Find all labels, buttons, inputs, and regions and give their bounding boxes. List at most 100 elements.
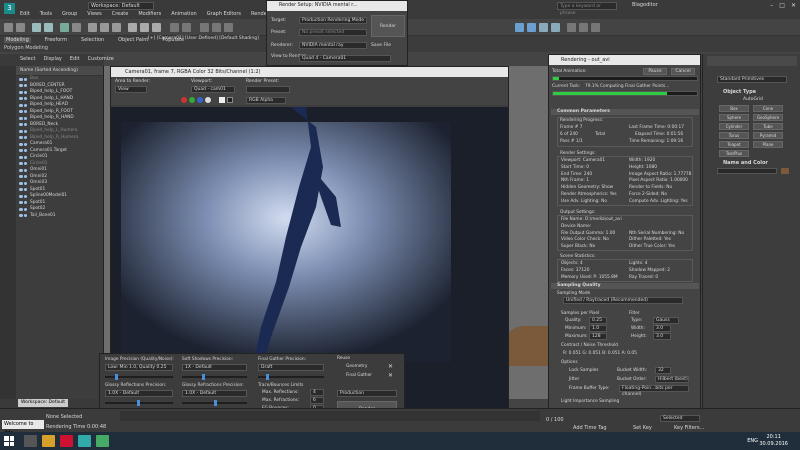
unlink-icon[interactable] [44, 23, 53, 32]
alpha-channel-icon[interactable] [205, 97, 211, 103]
textplus-button[interactable]: TextPlus [719, 150, 749, 157]
quality-spinner[interactable]: 0.25 [589, 317, 607, 324]
slider-handle[interactable] [214, 400, 217, 406]
frame-counter[interactable]: 0 / 100 [546, 417, 564, 423]
visibility-icon[interactable] [19, 214, 23, 217]
glossy-reflections-slider[interactable] [105, 400, 173, 406]
render-setup-icon[interactable] [527, 23, 536, 32]
language-indicator[interactable]: ENG [747, 438, 758, 444]
redo-icon[interactable] [16, 23, 25, 32]
layer-icon[interactable] [200, 23, 209, 32]
render-icon[interactable] [24, 214, 27, 217]
render-preset-select[interactable] [246, 86, 290, 93]
lock-samples-checkbox[interactable]: Lock Samples [569, 368, 599, 373]
visibility-icon[interactable] [19, 155, 23, 159]
visibility-icon[interactable] [19, 207, 23, 211]
geosphere-button[interactable]: GeoSphere [753, 114, 783, 121]
render-icon[interactable] [551, 23, 560, 32]
light-importance-label[interactable]: Light Importance Sampling [561, 399, 619, 404]
menu-graph-editors[interactable]: Graph Editors [207, 11, 241, 18]
render-icon[interactable] [24, 142, 27, 146]
render-icon[interactable] [24, 77, 27, 81]
target-select[interactable]: Production Rendering Mode [299, 17, 367, 24]
curve-editor-icon[interactable] [212, 23, 221, 32]
preset-select[interactable]: No preset selected [299, 29, 367, 36]
set-key-button[interactable]: Set Key [633, 425, 652, 431]
workspace-dropdown[interactable]: Workspace: Default [88, 2, 154, 10]
name-input[interactable] [717, 168, 777, 174]
contrast-values[interactable]: R: 0.051 G: 0.051 B: 0.051 A: 0.05 [563, 351, 637, 356]
close-icon[interactable]: ✕ [791, 2, 796, 9]
app-icon[interactable]: 3 [4, 3, 15, 14]
max-refractions-spinner[interactable]: 6 [310, 397, 324, 404]
render-icon[interactable] [24, 116, 27, 120]
torus-button[interactable]: Torus [719, 132, 749, 139]
link-icon[interactable] [32, 23, 41, 32]
windows-start-icon[interactable] [4, 436, 14, 446]
autogrid-checkbox[interactable]: AutoGrid [743, 97, 763, 102]
cylinder-button[interactable]: Cylinder [719, 123, 749, 130]
soft-shadows-slider[interactable] [182, 374, 247, 380]
select-region-icon[interactable] [72, 23, 81, 32]
glossy-refractions-slider[interactable] [182, 400, 247, 406]
bucket-order-select[interactable]: Hilbert (best) [655, 376, 689, 383]
final-gather-checkbox[interactable]: Final Gather [346, 373, 372, 378]
visibility-icon[interactable] [19, 162, 23, 165]
glossy-reflections-select[interactable]: 1.0X - Default [105, 390, 173, 397]
scene-menu-select[interactable]: Select [20, 56, 35, 64]
visibility-icon[interactable] [19, 90, 23, 94]
visibility-icon[interactable] [19, 116, 23, 120]
move-icon[interactable] [88, 23, 97, 32]
final-gather-select[interactable]: Draft [258, 364, 324, 371]
minimum-spinner[interactable]: 1.0 [589, 325, 607, 332]
mono-icon[interactable] [227, 97, 233, 103]
visibility-icon[interactable] [19, 181, 23, 185]
render-icon[interactable] [24, 201, 27, 204]
tube-button[interactable]: Tube [753, 123, 783, 130]
render-iterative-icon[interactable] [567, 23, 576, 32]
angle-snap-icon[interactable] [140, 23, 149, 32]
frame-buffer-select[interactable]: Floating-Poin...bits per channel) [619, 385, 689, 397]
filter-width-spinner[interactable]: 3.0 [653, 325, 671, 332]
visibility-icon[interactable] [19, 110, 23, 113]
visibility-icon[interactable] [19, 149, 23, 152]
maximize-icon[interactable]: □ [779, 2, 785, 9]
timeline[interactable] [120, 411, 540, 421]
view-to-render-select[interactable]: Quad 4 - Camera01 [299, 55, 391, 62]
menu-create[interactable]: Create [112, 11, 129, 18]
minimize-icon[interactable]: – [770, 2, 773, 9]
render-icon[interactable] [24, 194, 27, 198]
render-icon[interactable] [24, 181, 27, 185]
scene-menu-display[interactable]: Display [43, 56, 61, 64]
render-icon[interactable] [24, 162, 27, 165]
render-icon[interactable] [24, 123, 27, 126]
menu-group[interactable]: Group [62, 11, 77, 18]
render-icon[interactable] [24, 168, 27, 172]
menu-animation[interactable]: Animation [171, 11, 197, 18]
menu-views[interactable]: Views [87, 11, 101, 18]
channel-select[interactable]: RGB Alpha [246, 97, 286, 104]
add-time-tag[interactable]: Add Time Tag [573, 425, 607, 431]
fg-clear-icon[interactable]: ✕ [388, 372, 393, 379]
render-icon[interactable] [24, 188, 27, 191]
task-view-icon[interactable] [24, 435, 37, 447]
render-icon[interactable] [24, 90, 27, 94]
slider-handle[interactable] [202, 374, 205, 380]
schematic-icon[interactable] [224, 23, 233, 32]
scene-explorer-header[interactable]: Name (Sorted Ascending) [16, 66, 103, 76]
visibility-icon[interactable] [19, 129, 23, 133]
snap-icon[interactable] [128, 23, 137, 32]
soft-shadows-select[interactable]: 1X - Default [182, 364, 247, 371]
slider-handle[interactable] [266, 374, 269, 380]
visibility-icon[interactable] [19, 123, 23, 126]
primitive-type-select[interactable]: Standard Primitives [717, 76, 787, 83]
render-icon[interactable] [24, 103, 27, 107]
tab-selection[interactable]: Selection [81, 37, 104, 43]
final-gather-slider[interactable] [258, 374, 324, 380]
area-to-render-select[interactable]: View [115, 86, 147, 93]
percent-snap-icon[interactable] [152, 23, 161, 32]
search-input[interactable]: Type a keyword or phrase [557, 2, 617, 16]
bucket-width-spinner[interactable]: 32 [655, 367, 671, 374]
setup-render-button[interactable]: Render [371, 15, 405, 37]
cancel-button[interactable]: Cancel [671, 68, 695, 75]
